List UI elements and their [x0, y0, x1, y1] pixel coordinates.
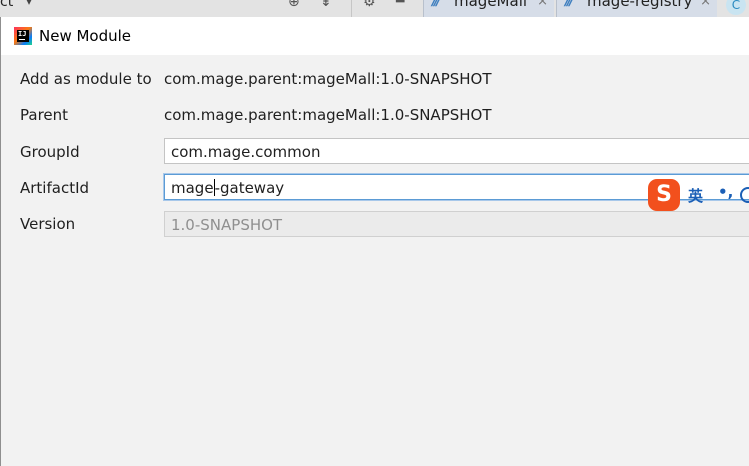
tab-mage-registry[interactable]: /// mage-registry × — [556, 0, 717, 17]
ime-punctuation-toggle[interactable]: •, — [718, 183, 733, 201]
close-icon[interactable]: × — [700, 0, 711, 9]
groupid-label: GroupId — [20, 143, 80, 161]
project-label[interactable]: ct — [0, 0, 13, 10]
collapse-icon[interactable]: ⇟ — [320, 0, 332, 10]
dialog-title-bar[interactable]: IJ New Module — [1, 17, 749, 55]
ime-toolbar[interactable]: S 英 •, — [648, 177, 749, 213]
maven-icon: /// — [565, 0, 575, 9]
parent-value: com.mage.parent:mageMall:1.0-SNAPSHOT — [164, 106, 492, 124]
add-as-module-label: Add as module to — [20, 70, 152, 88]
artifactid-label: ArtifactId — [20, 179, 90, 197]
maven-icon: /// — [432, 0, 442, 9]
ide-toolbar-strip: ct ▾ ⊕ ⇟ ⚙ ━ /// mageMall × /// mage-reg… — [0, 0, 749, 17]
artifactid-value-before-caret: mage — [171, 179, 214, 197]
sogou-logo-icon[interactable]: S — [648, 179, 680, 211]
dialog-title: New Module — [39, 27, 132, 45]
close-icon[interactable]: × — [537, 0, 548, 9]
version-value: 1.0-SNAPSHOT — [171, 216, 283, 234]
parent-label: Parent — [20, 106, 69, 124]
tab-label: mageMall — [454, 0, 528, 10]
toolbar-divider — [351, 0, 352, 17]
groupid-field[interactable]: com.mage.common — [164, 138, 749, 164]
minimize-icon[interactable]: ━ — [396, 0, 404, 10]
add-as-module-value: com.mage.parent:mageMall:1.0-SNAPSHOT — [164, 70, 492, 88]
artifactid-value-after-caret: -gateway — [214, 179, 285, 197]
tab-label: mage-registry — [587, 0, 693, 10]
ime-language-toggle[interactable]: 英 — [688, 185, 703, 206]
version-label: Version — [20, 215, 76, 233]
tab-magemall[interactable]: /// mageMall × — [423, 0, 554, 17]
version-field: 1.0-SNAPSHOT — [164, 211, 749, 237]
chevron-down-icon[interactable]: ▾ — [26, 0, 32, 8]
emoji-icon[interactable] — [740, 187, 749, 203]
new-module-dialog: IJ New Module Add as module to com.mage.… — [0, 17, 749, 466]
gear-icon[interactable]: ⚙ — [363, 0, 376, 10]
class-tab-icon[interactable]: C — [726, 0, 746, 15]
intellij-icon: IJ — [14, 27, 32, 45]
groupid-value: com.mage.common — [171, 143, 321, 161]
locate-icon[interactable]: ⊕ — [288, 0, 300, 10]
